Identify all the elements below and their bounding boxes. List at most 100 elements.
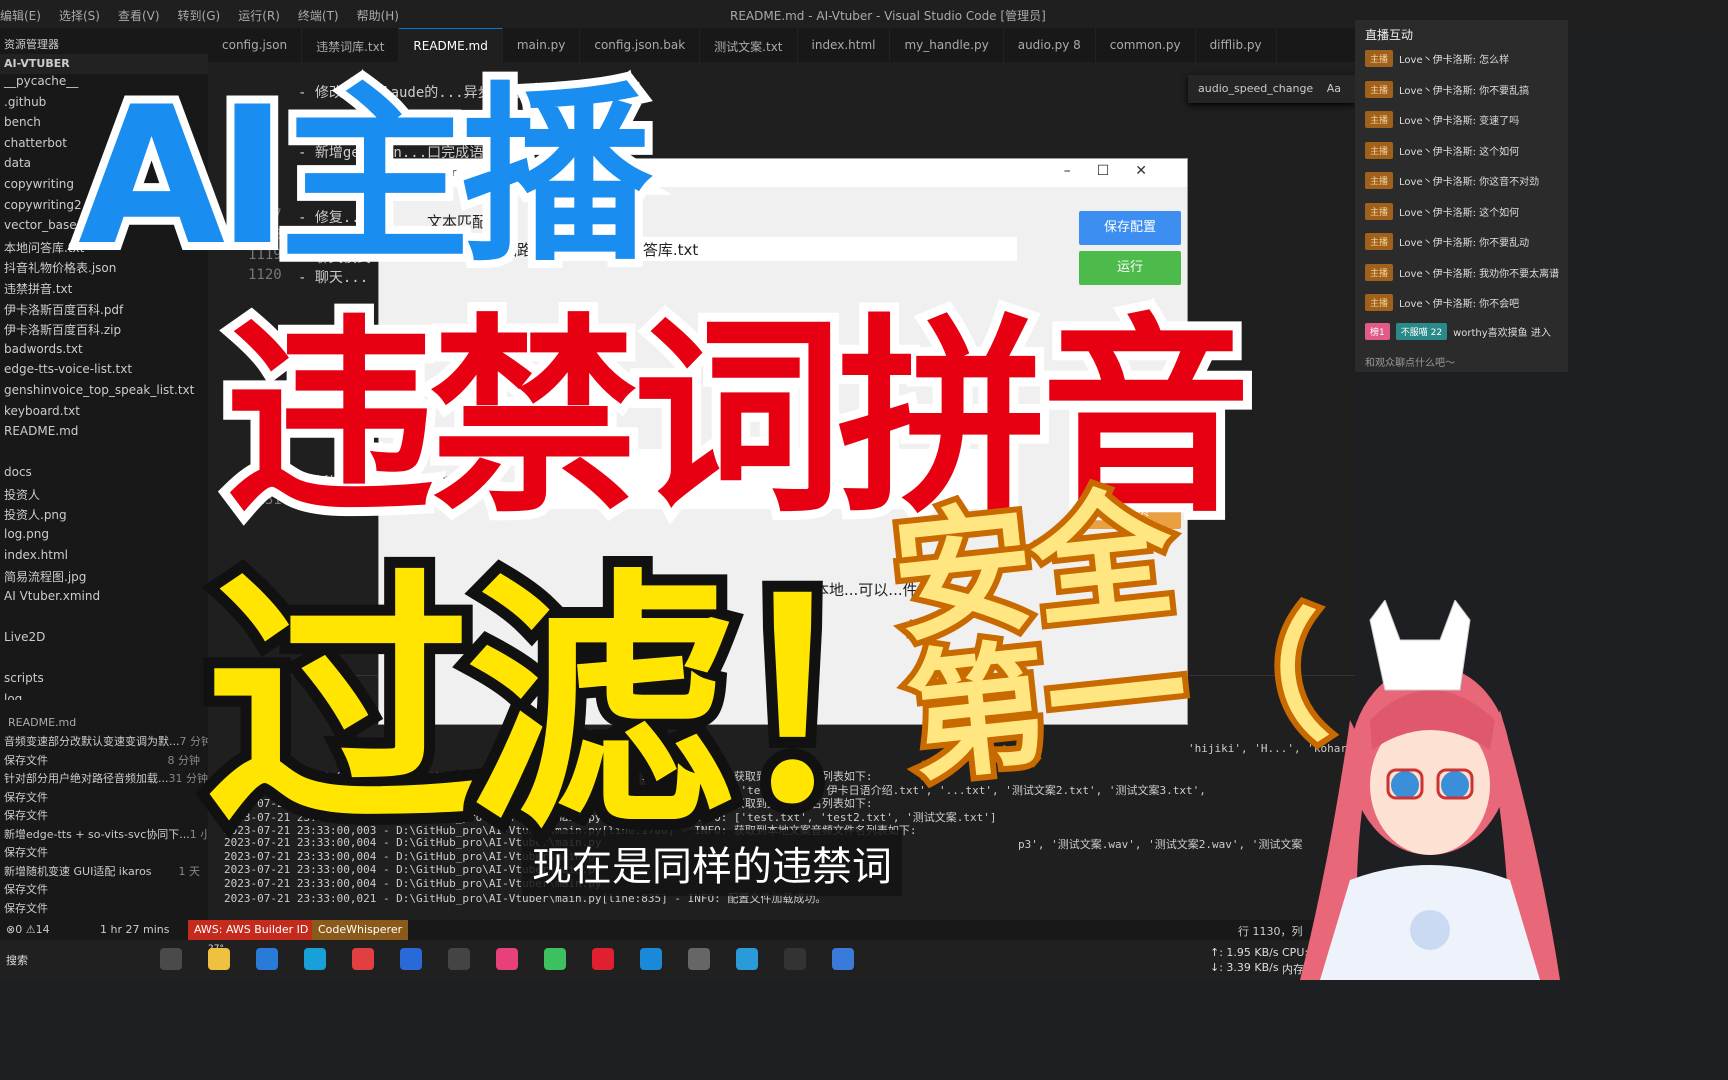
taskbar-app-icon[interactable] xyxy=(688,948,710,970)
file-tree-item[interactable] xyxy=(0,651,208,672)
file-tree-item[interactable]: README.md xyxy=(0,424,208,445)
save-config-button[interactable]: 保存配置 xyxy=(1079,211,1181,245)
host-badge: 主播 xyxy=(1365,111,1394,128)
problems-count[interactable]: ⊗0 ⚠14 xyxy=(6,923,50,936)
host-badge: 主播 xyxy=(1365,50,1394,67)
timeline-header: README.md xyxy=(8,716,77,729)
timeline-item[interactable]: 保存文件 xyxy=(0,900,208,919)
file-tree-item[interactable]: docs xyxy=(0,465,208,486)
net-up: ↑: 1.95 KB/s xyxy=(1210,946,1279,959)
video-subtitle: 现在是同样的违禁词 xyxy=(522,830,902,896)
file-tree-item[interactable]: edge-tts-voice-list.txt xyxy=(0,362,208,383)
file-tree-item[interactable]: 伊卡洛斯百度百科.zip xyxy=(0,321,208,342)
taskbar-apps xyxy=(160,948,854,970)
timeline-item[interactable]: 保存文件 xyxy=(0,807,208,826)
fan-badge: 不服喵 22 xyxy=(1395,323,1448,340)
taskbar-search[interactable]: 搜索 xyxy=(6,952,28,968)
chat-message: 主播 Love丶伊卡洛斯: 怎么样 xyxy=(1365,50,1509,67)
user-entry: worthy喜欢摸鱼 进入 xyxy=(1453,328,1551,339)
file-tree-item[interactable]: genshinvoice_top_speak_list.txt xyxy=(0,383,208,404)
timeline-item[interactable]: 保存文件 xyxy=(0,789,208,808)
taskbar-app-icon[interactable] xyxy=(736,948,758,970)
chat-message-text: Love丶伊卡洛斯: 你这音不对劲 xyxy=(1399,177,1540,188)
host-badge: 主播 xyxy=(1365,80,1394,98)
taskbar-app-icon[interactable] xyxy=(592,948,614,970)
file-tree-item[interactable] xyxy=(0,445,208,466)
tab-10[interactable]: difflib.py xyxy=(1196,28,1277,62)
file-tree-item[interactable]: AI Vtuber.xmind xyxy=(0,589,208,610)
chat-message: 主播 Love丶伊卡洛斯: 这个如何 xyxy=(1365,141,1520,159)
chat-title: 直播互动 xyxy=(1365,28,1414,42)
taskbar-app-icon[interactable] xyxy=(784,948,806,970)
chat-message: 主播 Love丶伊卡洛斯: 你不会吧 xyxy=(1365,294,1519,311)
taskbar-app-icon[interactable] xyxy=(400,948,422,970)
session-time: 1 hr 27 mins xyxy=(100,923,170,936)
timeline-panel: README.md 音频变速部分改默认变速变调为默... 7 分钟 保存文件 8 分钟… xyxy=(0,700,222,933)
find-widget[interactable]: audio_speed_change Aa xyxy=(1188,75,1355,103)
file-tree-item[interactable] xyxy=(0,609,208,630)
taskbar-app-icon[interactable] xyxy=(208,948,230,970)
timeline-item[interactable]: 保存文件 xyxy=(0,844,208,863)
file-tree-item[interactable]: log.png xyxy=(0,527,208,548)
chat-message-text: Love丶伊卡洛斯: 这个如何 xyxy=(1399,146,1520,158)
timeline-item[interactable]: 保存文件 xyxy=(0,881,208,900)
codewhisperer-status[interactable]: CodeWhisperer xyxy=(312,920,409,940)
tab-8[interactable]: audio.py 8 xyxy=(1004,28,1096,62)
taskbar-app-icon[interactable] xyxy=(448,948,470,970)
host-badge: 主播 xyxy=(1365,141,1394,159)
timeline-text: 保存文件 xyxy=(4,753,48,767)
host-badge: 主播 xyxy=(1365,172,1394,189)
chat-message-text: Love丶伊卡洛斯: 这个如何 xyxy=(1399,207,1520,219)
tab-6[interactable]: index.html xyxy=(798,28,891,62)
taskbar-app-icon[interactable] xyxy=(352,948,374,970)
taskbar-app-icon[interactable] xyxy=(304,948,326,970)
tab-5[interactable]: 测试文案.txt xyxy=(700,28,798,62)
timeline-item[interactable]: 保存文件 8 分钟 xyxy=(0,752,208,771)
chat-input[interactable]: 和观众聊点什么吧～ xyxy=(1365,354,1455,369)
file-tree-item[interactable]: badwords.txt xyxy=(0,342,208,363)
taskbar-app-icon[interactable] xyxy=(256,948,278,970)
taskbar-app-icon[interactable] xyxy=(832,948,854,970)
vtuber-avatar-image xyxy=(1300,600,1560,980)
chat-message-text: Love丶伊卡洛斯: 我劝你不要太离谱 xyxy=(1399,268,1560,280)
tab-9[interactable]: common.py xyxy=(1096,28,1196,62)
host-badge: 主播 xyxy=(1365,294,1394,311)
taskbar-app-icon[interactable] xyxy=(160,948,182,970)
timeline-text: 保存文件 xyxy=(4,883,48,896)
timeline-time: 1 天 xyxy=(178,864,201,878)
chat-message-text: Love丶伊卡洛斯: 你不会吧 xyxy=(1399,299,1520,310)
file-tree-item[interactable]: scripts xyxy=(0,671,208,692)
file-tree-item[interactable]: 伊卡洛斯百度百科.pdf xyxy=(0,301,208,322)
timeline-item[interactable]: 针对部分用户绝对路径音频加载... 31 分钟 xyxy=(0,770,208,789)
host-badge: 主播 xyxy=(1365,233,1394,250)
host-badge: 主播 xyxy=(1365,263,1394,281)
find-input[interactable]: audio_speed_change xyxy=(1198,82,1313,95)
tab-7[interactable]: my_handle.py xyxy=(890,28,1004,62)
chat-message-text: Love丶伊卡洛斯: 变速了吗 xyxy=(1399,116,1520,127)
window-controls[interactable]: –☐✕ xyxy=(1064,163,1173,179)
timeline-text: 新增随机变速 GUI适配 ikaros xyxy=(4,864,152,878)
file-tree-item[interactable]: 简易流程图.jpg xyxy=(0,568,208,589)
aws-status[interactable]: AWS: AWS Builder ID xyxy=(188,920,315,940)
chat-message-text: Love丶伊卡洛斯: 怎么样 xyxy=(1399,55,1510,66)
taskbar-app-icon[interactable] xyxy=(640,948,662,970)
chat-message-text: Love丶伊卡洛斯: 你不要乱搞 xyxy=(1399,85,1530,97)
timeline-time: 8 分钟 xyxy=(167,753,201,767)
live-chat-panel: 直播互动 主播 Love丶伊卡洛斯: 怎么样 主播 Love丶伊卡洛斯: 你不要乱搞主… xyxy=(1355,20,1568,372)
timeline-text: 音频变速部分改默认变速变调为默... xyxy=(4,735,180,748)
file-tree-item[interactable]: index.html xyxy=(0,548,208,569)
file-tree-item[interactable]: Live2D xyxy=(0,630,208,651)
timeline-item[interactable]: 新增edge-tts + so-vits-svc协同下... 1 小时 xyxy=(0,826,222,845)
status-bar: ⊗0 ⚠14 1 hr 27 mins AWS: AWS Builder ID … xyxy=(0,920,1355,940)
file-tree-item[interactable]: 投资人 xyxy=(0,486,208,507)
timeline-item[interactable]: 新增随机变速 GUI适配 ikaros 1 天 xyxy=(0,863,208,882)
file-tree-item[interactable]: 投资人.png xyxy=(0,506,208,527)
timeline-text: 保存文件 xyxy=(4,846,48,859)
menu-edit[interactable]: 编辑(E) xyxy=(0,7,41,24)
taskbar-app-icon[interactable] xyxy=(544,948,566,970)
timeline-item[interactable]: 音频变速部分改默认变速变调为默... 7 分钟 xyxy=(0,733,212,752)
taskbar-app-icon[interactable] xyxy=(496,948,518,970)
overlay-title-filter: 过滤！ xyxy=(194,536,1006,873)
file-tree-item[interactable]: keyboard.txt xyxy=(0,404,208,425)
terminal-text-wav: p3', '测试文案.wav', '测试文案2.wav', '测试文案 xyxy=(1018,838,1303,851)
